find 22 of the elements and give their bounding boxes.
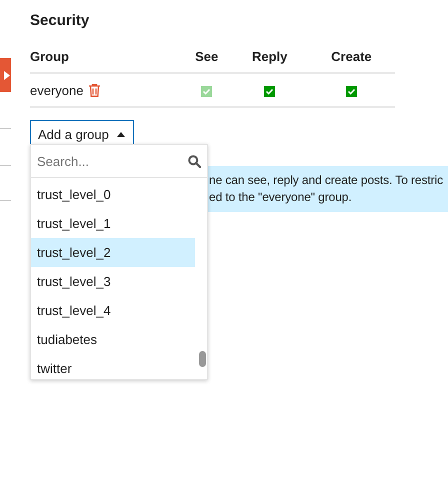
column-header: See — [195, 48, 218, 64]
checkbox[interactable] — [346, 86, 357, 97]
group-option[interactable]: trust_level_3 — [31, 267, 195, 296]
group-option[interactable]: twitter — [31, 354, 195, 379]
group-option[interactable]: trust_level_2 — [31, 238, 195, 267]
column-header: Group — [30, 48, 69, 64]
column-header: Create — [331, 48, 372, 64]
trash-icon[interactable] — [89, 84, 100, 98]
search-icon — [188, 154, 201, 168]
group-option[interactable]: trust_level_4 — [31, 296, 195, 325]
expand-tab[interactable] — [0, 58, 11, 92]
checkbox[interactable] — [264, 86, 276, 97]
info-notice: ne can see, reply and create posts. To restric ed to the "everyone" group. — [205, 166, 448, 212]
scrollbar-thumb[interactable] — [199, 351, 206, 367]
caret-up-icon — [116, 132, 125, 136]
group-name: everyone — [30, 83, 84, 98]
group-option[interactable]: trust_level_1 — [31, 209, 195, 238]
group-option[interactable]: tudiabetes — [31, 325, 195, 354]
section-title: Security — [30, 11, 90, 31]
column-header: Reply — [252, 48, 288, 64]
group-option[interactable]: trust_level_0 — [31, 180, 195, 209]
caret-right-icon — [4, 70, 10, 80]
